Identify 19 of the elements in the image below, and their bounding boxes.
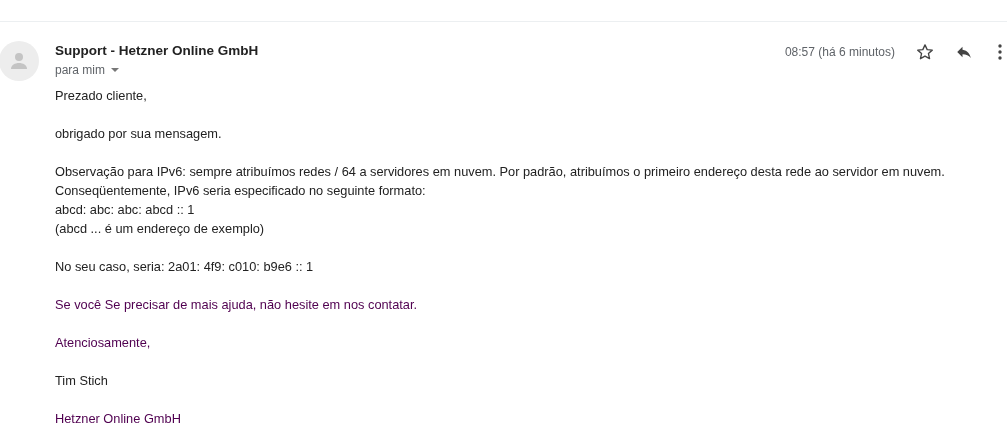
message-text: Conseqüentemente, IPv6 seria especificado no seguinte formato: <box>55 182 427 200</box>
sender-name: Support - Hetzner Online GmbH <box>55 42 259 60</box>
message-text: No seu caso, seria: 2a01: 4f9: c010: b9e6 :: 1 <box>55 258 315 276</box>
message-text: (abcd ... é um endereço de exemplo) <box>55 220 266 238</box>
timestamp: 08:57 (há 6 minutos) <box>784 45 895 59</box>
more-vertical-icon <box>998 44 1002 60</box>
star-button[interactable] <box>915 42 935 62</box>
message-text: Observação para IPv6: sempre atribuímos redes / 64 a servidores em nuvem. Por padrão, atribuímos o primeiro endereço desta rede ao servidor em nuvem. <box>55 163 946 181</box>
message-text: Atenciosamente, <box>55 334 152 352</box>
message-text: obrigado por sua mensagem. <box>55 125 223 143</box>
star-icon <box>916 43 934 61</box>
message-text: Se você Se precisar de mais ajuda, não hesite em nos contatar. <box>55 296 419 314</box>
message-text: Tim Stich <box>55 372 109 390</box>
caret-icon <box>111 68 119 72</box>
message-text: Prezado cliente, <box>55 87 148 105</box>
recipient-dropdown[interactable]: para mim <box>55 62 119 78</box>
message-text: Hetzner Online GmbH <box>55 410 182 424</box>
message-text: abcd: abc: abc: abcd :: 1 <box>55 201 196 219</box>
person-icon <box>9 51 29 71</box>
